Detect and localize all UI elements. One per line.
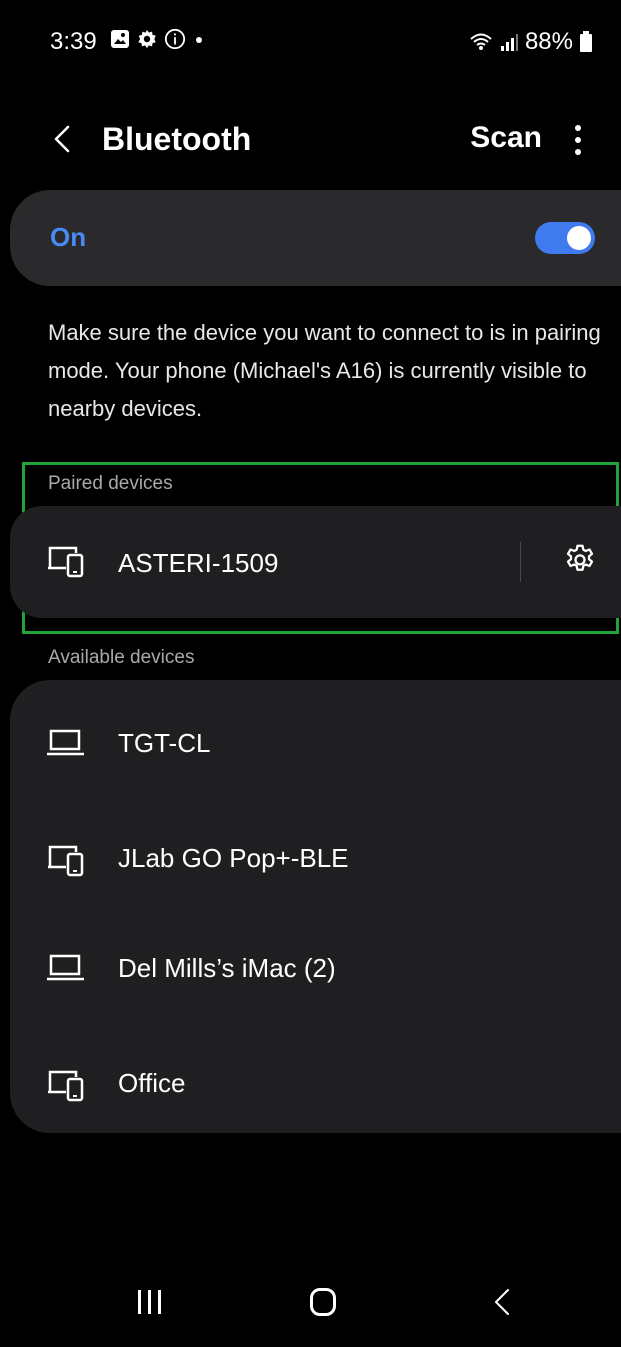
nav-back-button[interactable] <box>490 1286 514 1318</box>
bluetooth-switch[interactable] <box>535 222 595 254</box>
battery-percent: 88% <box>524 28 573 55</box>
pairing-description: Make sure the device you want to connect… <box>48 320 601 421</box>
devices-icon <box>48 1070 84 1102</box>
bluetooth-toggle-row[interactable]: On <box>10 190 621 286</box>
info-icon <box>164 28 186 50</box>
device-name: Office <box>118 1068 186 1098</box>
available-device-row[interactable]: Office <box>10 1030 621 1130</box>
divider <box>520 542 521 582</box>
available-devices-list: TGT-CL JLab GO Pop+-BLE Del Mills’s iMac… <box>10 680 621 1133</box>
signal-icon <box>500 34 518 51</box>
app-header: Bluetooth Scan <box>0 105 621 175</box>
status-system-icons: 88% <box>469 28 593 56</box>
more-options-button[interactable] <box>563 119 593 161</box>
recents-icon <box>138 1290 141 1314</box>
switch-knob <box>567 226 591 250</box>
wifi-icon <box>470 33 492 50</box>
status-time: 3:39 <box>50 28 97 55</box>
status-notification-icons <box>110 28 206 50</box>
available-device-row[interactable]: TGT-CL <box>10 690 621 790</box>
device-name: Del Mills’s iMac (2) <box>118 953 336 983</box>
more-vert-icon <box>575 125 581 131</box>
system-navigation-bar <box>0 1260 621 1347</box>
device-name: JLab GO Pop+-BLE <box>118 843 349 873</box>
scan-button[interactable]: Scan <box>470 121 542 155</box>
gear-icon[interactable] <box>562 542 598 578</box>
laptop-icon <box>47 954 84 981</box>
settings-icon <box>138 29 156 49</box>
laptop-icon <box>47 729 84 756</box>
dot-icon <box>196 37 202 43</box>
recents-button[interactable] <box>138 1290 161 1314</box>
battery-icon <box>580 31 592 52</box>
status-bar: 3:39 88% <box>0 0 621 90</box>
back-button[interactable] <box>44 119 84 159</box>
available-devices-header: Available devices <box>48 647 195 668</box>
page-title: Bluetooth <box>102 121 252 157</box>
devices-icon <box>48 845 84 877</box>
available-device-row[interactable]: JLab GO Pop+-BLE <box>10 805 621 905</box>
home-button[interactable] <box>310 1288 336 1316</box>
device-name: TGT-CL <box>118 728 211 758</box>
gallery-icon <box>111 30 129 48</box>
available-device-row[interactable]: Del Mills’s iMac (2) <box>10 915 621 1015</box>
devices-icon <box>48 546 84 578</box>
paired-device-row[interactable]: ASTERI-1509 <box>10 506 621 618</box>
toggle-label: On <box>50 222 87 252</box>
chevron-left-icon <box>54 125 70 153</box>
paired-device-name: ASTERI-1509 <box>118 548 279 578</box>
